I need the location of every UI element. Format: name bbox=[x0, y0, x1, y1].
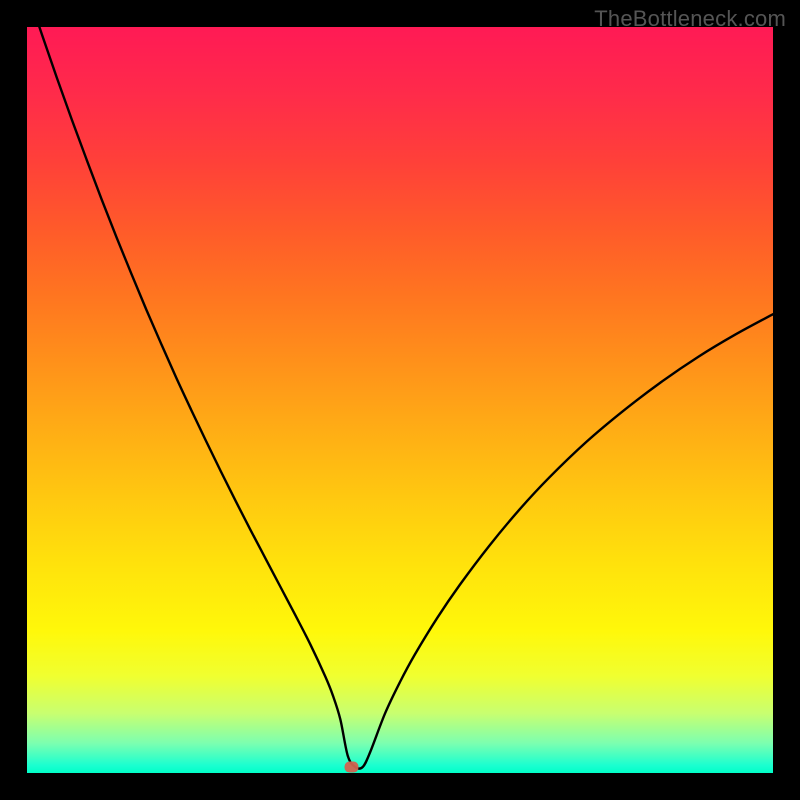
curve-svg bbox=[27, 27, 773, 773]
curve-line bbox=[27, 0, 773, 769]
chart-container: TheBottleneck.com bbox=[0, 0, 800, 800]
watermark-label: TheBottleneck.com bbox=[594, 6, 786, 32]
minimum-marker bbox=[345, 762, 359, 773]
plot-area bbox=[27, 27, 773, 773]
